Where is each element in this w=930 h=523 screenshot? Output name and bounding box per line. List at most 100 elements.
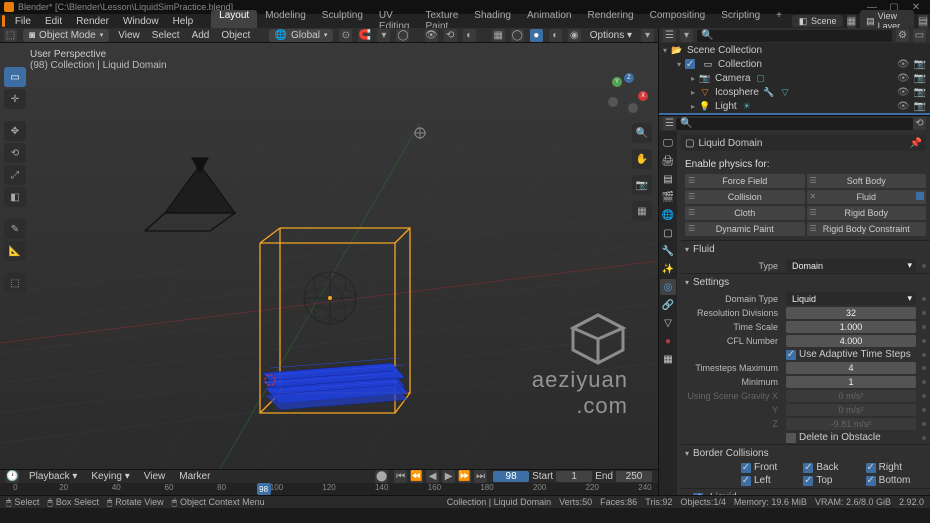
pivot-icon[interactable]: ⊙	[339, 29, 352, 42]
overlays-icon[interactable]: ◐	[463, 29, 476, 42]
physics-force-field[interactable]: ☰Force Field	[685, 174, 805, 188]
menu-file[interactable]: File	[9, 16, 37, 27]
editor-type-icon-2[interactable]: ▾	[641, 29, 654, 42]
panel-settings[interactable]: ▾Settings	[681, 273, 930, 291]
tool-select-box[interactable]: ▭	[4, 67, 26, 87]
start-frame-field[interactable]: 1	[556, 471, 592, 482]
front-checkbox[interactable]: ✓Front	[741, 462, 801, 473]
autokey-icon[interactable]: ⬤	[375, 470, 388, 483]
timesteps-max-field[interactable]: 4	[786, 362, 916, 374]
outliner-row-scene[interactable]: ▾ 📂 Scene Collection	[659, 43, 930, 57]
prop-tab-viewlayer[interactable]: ▤	[660, 171, 676, 187]
panel-fluid[interactable]: ▾Fluid	[681, 240, 930, 258]
timeline-playback[interactable]: Playback ▾	[25, 471, 81, 482]
skip-start-icon[interactable]: ⏮	[394, 470, 407, 483]
header-object[interactable]: Object	[218, 30, 253, 41]
prop-tab-render[interactable]: 🖵	[660, 135, 676, 151]
menu-help[interactable]: Help	[167, 16, 200, 27]
current-frame-field[interactable]: 98	[493, 471, 529, 482]
prev-key-icon[interactable]: ⏪	[410, 470, 423, 483]
prop-tab-physics[interactable]: ◎	[660, 279, 676, 295]
prop-tab-particles[interactable]: ✨	[660, 261, 676, 277]
timeline-ruler[interactable]: 0 20 40 60 80 100 120 140 160 180 200 22…	[0, 483, 658, 495]
tool-cursor[interactable]: ✛	[4, 89, 26, 109]
properties-search[interactable]: 🔍	[676, 118, 913, 130]
menu-edit[interactable]: Edit	[39, 16, 68, 27]
panel-border-collisions[interactable]: ▾Border Collisions	[681, 444, 930, 462]
resolution-field[interactable]: 32	[786, 307, 916, 319]
scene-browse-icon[interactable]: ▦	[847, 15, 857, 28]
right-checkbox[interactable]: ✓Right	[866, 462, 926, 473]
tool-annotate[interactable]: ✎	[4, 219, 26, 239]
outliner[interactable]: ▾ 📂 Scene Collection ▾ ✓ ▭ Collection 👁📷…	[659, 43, 930, 115]
zoom-icon[interactable]: 🔍	[632, 123, 652, 143]
domain-type-dropdown[interactable]: Liquid▾	[786, 292, 916, 305]
header-select[interactable]: Select	[149, 30, 183, 41]
menu-render[interactable]: Render	[70, 16, 115, 27]
play-reverse-icon[interactable]: ◀	[426, 470, 439, 483]
playhead[interactable]: 98	[257, 483, 271, 495]
outliner-editor-icon[interactable]: ☰	[663, 29, 676, 42]
header-view[interactable]: View	[115, 30, 143, 41]
snap-icon[interactable]: 🧲	[358, 29, 371, 42]
tool-transform[interactable]: ◧	[4, 187, 26, 207]
timeline-marker[interactable]: Marker	[175, 471, 214, 482]
delete-obstacle-checkbox[interactable]: Delete in Obstacle	[786, 432, 916, 443]
properties-editor-icon[interactable]: ☰	[663, 117, 676, 130]
timeline-view[interactable]: View	[140, 471, 170, 482]
eye-icon[interactable]: 👁	[897, 87, 910, 98]
render-icon[interactable]: 📷	[914, 59, 926, 70]
physics-rigid-body-constraint[interactable]: ☰Rigid Body Constraint	[807, 222, 927, 236]
back-checkbox[interactable]: ✓Back	[803, 462, 863, 473]
visibility-icon[interactable]: 👁	[425, 29, 438, 42]
bottom-checkbox[interactable]: ✓Bottom	[866, 475, 926, 486]
header-add[interactable]: Add	[189, 30, 213, 41]
prop-tab-mesh[interactable]: ▽	[660, 315, 676, 331]
disclosure-icon[interactable]: ▸	[691, 88, 695, 97]
disclosure-icon[interactable]: ▾	[677, 60, 681, 69]
gizmo-toggle-icon[interactable]: ⟲	[444, 29, 457, 42]
outliner-display-icon[interactable]: ▾	[680, 29, 693, 42]
properties-body[interactable]: ▢ Liquid Domain 📌 Enable physics for: ☰F…	[677, 131, 930, 495]
options-dropdown[interactable]: Options ▾	[587, 30, 635, 41]
prop-tab-texture[interactable]: ▦	[660, 351, 676, 367]
prop-tab-modifiers[interactable]: 🔧	[660, 243, 676, 259]
disclosure-icon[interactable]: ▸	[691, 102, 695, 111]
adaptive-checkbox[interactable]: ✓Use Adaptive Time Steps	[786, 349, 916, 360]
prop-tab-constraints[interactable]: 🔗	[660, 297, 676, 313]
menu-window[interactable]: Window	[117, 16, 165, 27]
eye-icon[interactable]: 👁	[897, 59, 910, 70]
mode-dropdown[interactable]: ◙Object Mode▾	[23, 29, 109, 42]
proportional-icon[interactable]: ◯	[396, 29, 409, 42]
prop-tab-object[interactable]: ▢	[660, 225, 676, 241]
editor-type-icon[interactable]: ⬚	[4, 29, 17, 42]
type-dropdown[interactable]: Domain▾	[786, 259, 916, 272]
physics-rigid-body[interactable]: ☰Rigid Body	[807, 206, 927, 220]
play-icon[interactable]: ▶	[442, 470, 455, 483]
axis-neg2-icon[interactable]	[628, 103, 638, 113]
axis-neg-icon[interactable]	[608, 97, 618, 107]
outliner-row-collection[interactable]: ▾ ✓ ▭ Collection 👁📷	[659, 57, 930, 71]
pin-icon[interactable]: ⟲	[913, 117, 926, 130]
timeline-keying[interactable]: Keying ▾	[87, 471, 133, 482]
render-icon[interactable]: 📷	[914, 73, 926, 84]
render-icon[interactable]: 📷	[914, 87, 926, 98]
cfl-field[interactable]: 4.000	[786, 335, 916, 347]
new-viewlayer-icon[interactable]: ▤	[918, 15, 928, 28]
snap-target-icon[interactable]: ▾	[377, 29, 390, 42]
axis-x-icon[interactable]: X	[638, 91, 648, 101]
physics-soft-body[interactable]: ☰Soft Body	[807, 174, 927, 188]
xray-icon[interactable]: ▦	[492, 29, 505, 42]
minimum-field[interactable]: 1	[786, 376, 916, 388]
end-frame-field[interactable]: 250	[616, 471, 652, 482]
scene-selector[interactable]: ◧Scene	[792, 15, 843, 27]
panel-liquid[interactable]: ▾✓Liquid	[681, 488, 930, 495]
axis-y-icon[interactable]: Y	[612, 77, 622, 87]
axis-z-icon[interactable]: Z	[624, 73, 634, 83]
tool-add-primitive[interactable]: ⬚	[4, 273, 26, 293]
outliner-search[interactable]: 🔍	[697, 30, 892, 42]
physics-dynamic-paint[interactable]: ☰Dynamic Paint	[685, 222, 805, 236]
timeline-editor-icon[interactable]: 🕐	[6, 470, 19, 483]
orientation-dropdown[interactable]: 🌐Global▾	[269, 29, 334, 42]
render-icon[interactable]: 📷	[914, 101, 926, 112]
